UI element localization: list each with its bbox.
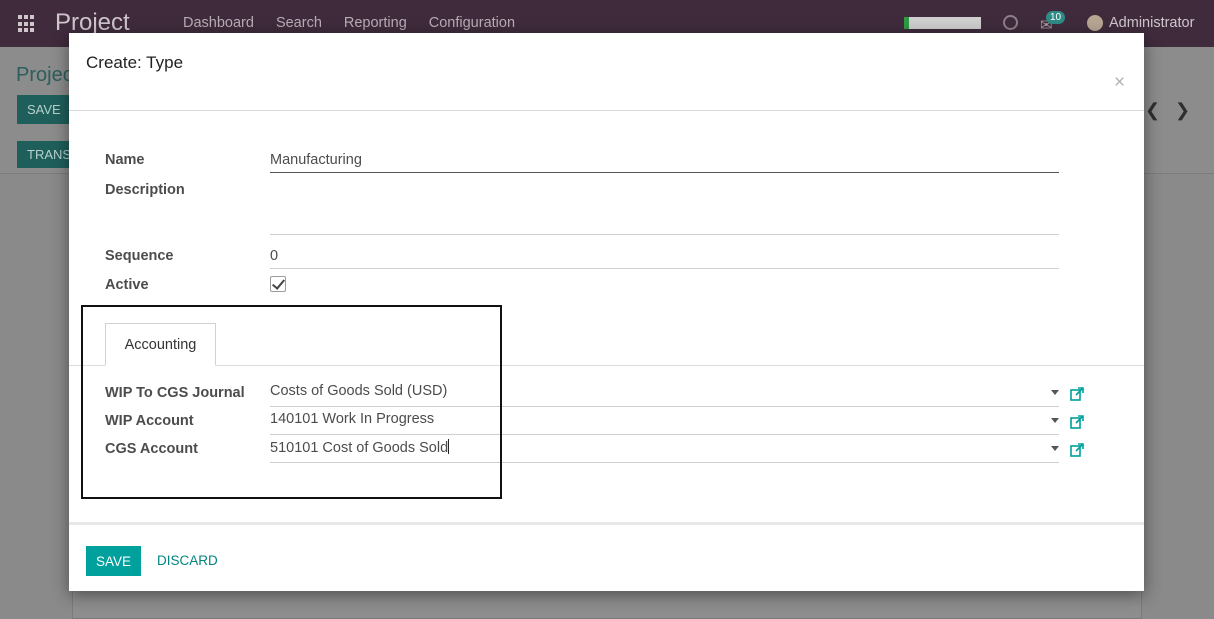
external-link-icon[interactable] <box>1070 387 1084 401</box>
menu-item-configuration[interactable]: Configuration <box>429 15 515 31</box>
clock-icon[interactable] <box>1003 15 1018 30</box>
background-save-button: SAVE <box>17 95 69 124</box>
chevron-down-icon[interactable] <box>1051 446 1059 451</box>
main-menu: Dashboard Search Reporting Configuration <box>183 15 515 31</box>
background-status-button: TRANS <box>17 141 71 168</box>
sequence-input[interactable] <box>270 248 1059 269</box>
breadcrumb-title: Projec <box>16 64 73 86</box>
name-label: Name <box>105 152 145 168</box>
dialog-title: Create: Type <box>86 53 184 72</box>
user-avatar[interactable] <box>1087 15 1103 31</box>
external-link-icon[interactable] <box>1070 443 1084 457</box>
highlight-annotation-box <box>81 305 502 499</box>
chevron-down-icon[interactable] <box>1051 418 1059 423</box>
menu-item-reporting[interactable]: Reporting <box>344 15 407 31</box>
pager-prev-icon: ❮ <box>1145 100 1161 120</box>
notification-badge: 10 <box>1046 11 1066 24</box>
sequence-label: Sequence <box>105 248 174 264</box>
apps-grid-icon[interactable] <box>18 15 36 33</box>
pager-next-icon: ❯ <box>1175 100 1191 120</box>
close-icon[interactable]: × <box>1114 73 1125 92</box>
create-type-dialog: Create: Type × Name Description Sequence… <box>69 33 1144 591</box>
progress-indicator <box>904 17 981 29</box>
dialog-header: Create: Type × <box>69 33 1144 111</box>
description-label: Description <box>105 182 185 198</box>
discard-button[interactable]: DISCARD <box>157 553 218 568</box>
chevron-down-icon[interactable] <box>1051 390 1059 395</box>
user-menu[interactable]: Administrator <box>1109 15 1194 31</box>
dialog-footer: SAVE DISCARD <box>69 522 1144 591</box>
description-textarea[interactable] <box>270 213 1059 235</box>
name-input[interactable] <box>270 152 1059 173</box>
active-label: Active <box>105 277 149 293</box>
save-button[interactable]: SAVE <box>86 546 141 576</box>
external-link-icon[interactable] <box>1070 415 1084 429</box>
menu-item-dashboard[interactable]: Dashboard <box>183 15 254 31</box>
active-checkbox[interactable] <box>270 276 286 292</box>
menu-item-search[interactable]: Search <box>276 15 322 31</box>
